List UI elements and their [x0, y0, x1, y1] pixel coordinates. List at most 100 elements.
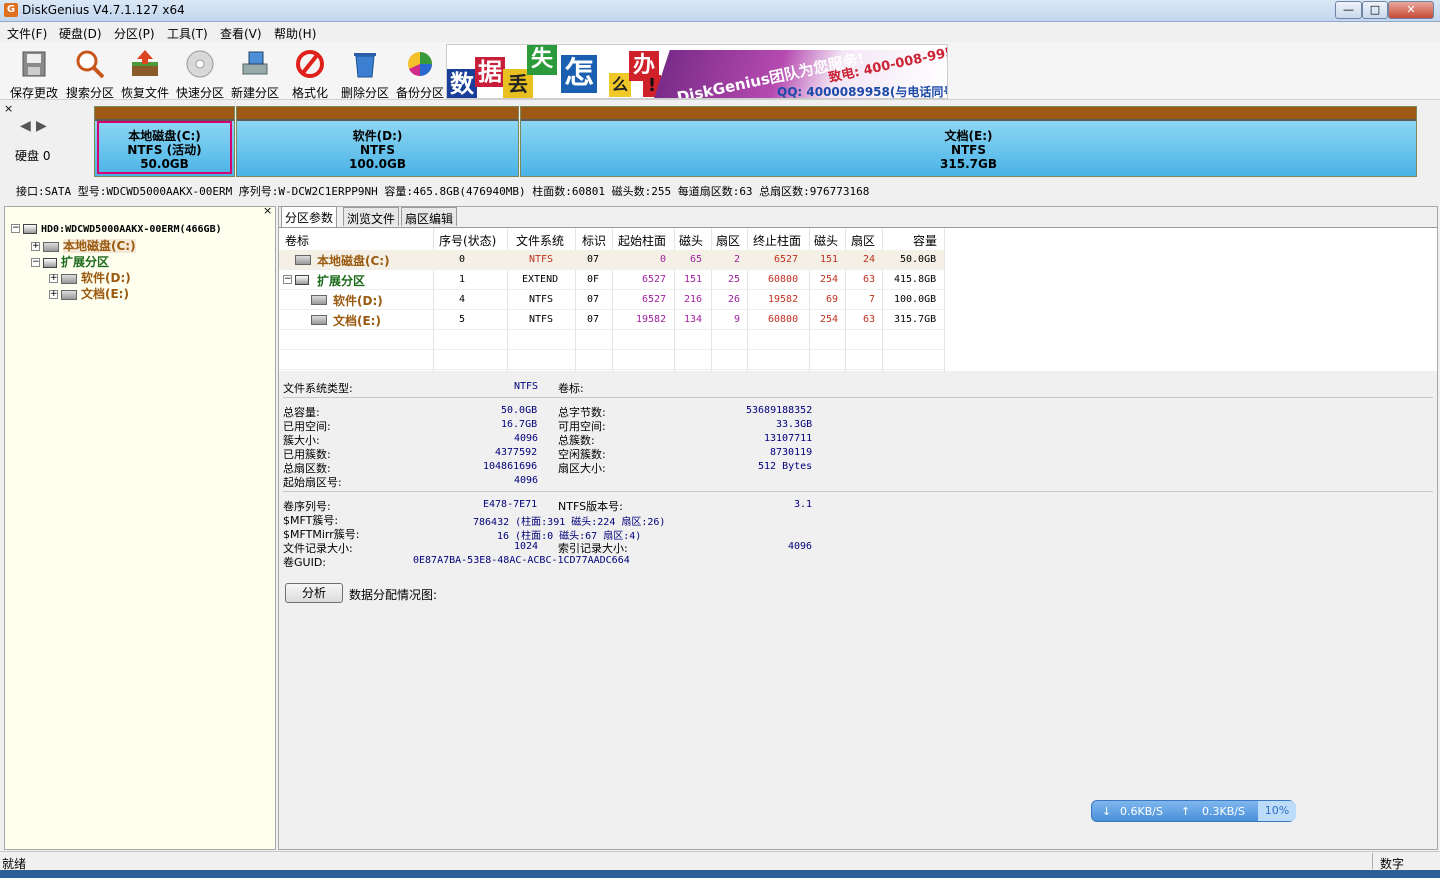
format-button[interactable]: 格式化	[282, 46, 338, 100]
upload-speed: 0.3KB/S	[1202, 805, 1245, 818]
analyze-button[interactable]: 分析	[285, 583, 343, 603]
col-header[interactable]: 磁头	[679, 232, 703, 249]
tree-node-e[interactable]: + 文档(E:)	[49, 285, 129, 302]
save-icon	[22, 51, 46, 77]
expand-icon[interactable]: +	[49, 290, 58, 299]
partition-table: 卷标 序号(状态) 文件系统 标识 起始柱面 磁头 扇区 终止柱面 磁头 扇区 …	[279, 227, 1437, 372]
col-header[interactable]: 磁头	[814, 232, 838, 249]
partition-icon	[311, 315, 327, 325]
collapse-icon[interactable]: −	[283, 275, 292, 284]
quick-partition-icon	[186, 50, 214, 78]
col-header[interactable]: 卷标	[285, 232, 309, 249]
next-disk-icon[interactable]: ▶	[36, 118, 47, 134]
col-header[interactable]: 序号(状态)	[439, 232, 496, 249]
partition-block-d[interactable]: 软件(D:) NTFS 100.0GB	[236, 106, 519, 177]
total-capacity-value: 50.0GB	[501, 405, 538, 416]
prev-disk-icon[interactable]: ◀	[20, 118, 31, 134]
quick-partition-button[interactable]: 快速分区	[172, 46, 228, 100]
mft-value: 786432 (柱面:391 磁头:224 扇区:26)	[473, 517, 666, 528]
partition-block-c[interactable]: 本地磁盘(C:) NTFS (活动) 50.0GB	[94, 106, 235, 177]
col-header[interactable]: 扇区	[851, 232, 875, 249]
partition-name: 本地磁盘(C:)	[128, 129, 201, 143]
file-record-value: 1024	[514, 541, 539, 552]
tree-node-c[interactable]: + 本地磁盘(C:)	[31, 237, 136, 254]
format-icon	[296, 50, 324, 78]
search-partition-button[interactable]: 搜索分区	[62, 46, 118, 100]
partition-block-e[interactable]: 文档(E:) NTFS 315.7GB	[520, 106, 1417, 177]
expand-icon[interactable]: +	[49, 274, 58, 283]
partition-usage-bar	[521, 107, 1416, 121]
col-header[interactable]: 标识	[582, 232, 606, 249]
disk-label: 硬盘 0	[15, 149, 51, 163]
app-icon: G	[4, 3, 18, 17]
fs-type-label: 文件系统类型:	[283, 382, 353, 395]
menu-disk[interactable]: 硬盘(D)	[59, 25, 102, 42]
collapse-icon[interactable]: −	[11, 224, 20, 233]
window-title: DiskGenius V4.7.1.127 x64	[22, 3, 185, 17]
new-partition-button[interactable]: 新建分区	[227, 46, 283, 100]
banner-char: 数	[447, 69, 477, 98]
tab-partition-params[interactable]: 分区参数	[281, 206, 338, 227]
recycle-bin-icon	[354, 53, 376, 78]
menu-file[interactable]: 文件(F)	[7, 25, 47, 42]
upload-arrow-icon: ↑	[1181, 805, 1191, 818]
sector-size-value: 512 Bytes	[758, 461, 813, 472]
delete-partition-button[interactable]: 删除分区	[337, 46, 393, 100]
backup-partition-button[interactable]: 备份分区	[392, 46, 448, 100]
net-speed-widget[interactable]: ↓ 0.6KB/S ↑ 0.3KB/S 10%	[1091, 800, 1296, 822]
table-row[interactable]: 本地磁盘(C:) 0 NTFS 07 0 65 2 6527 151 24 50…	[279, 250, 944, 270]
partition-fs: NTFS (活动)	[127, 143, 202, 157]
col-header[interactable]: 文件系统	[516, 232, 564, 249]
menu-view[interactable]: 查看(V)	[220, 25, 262, 42]
table-row[interactable]: − 扩展分区 1 EXTEND 0F 6527 151 25 60800 254…	[279, 270, 944, 290]
menu-bar: 文件(F) 硬盘(D) 分区(P) 工具(T) 查看(V) 帮助(H)	[0, 22, 1440, 42]
ad-banner[interactable]: 数 据 丢 失 怎 么 办 ! DiskGenius团队为您服务! 致电: 40…	[446, 44, 948, 99]
col-header[interactable]: 容量	[913, 232, 937, 249]
close-icon[interactable]: ×	[263, 204, 272, 217]
download-arrow-icon: ↓	[1102, 805, 1112, 818]
menu-partition[interactable]: 分区(P)	[114, 25, 155, 42]
collapse-icon[interactable]: −	[31, 258, 40, 267]
table-row[interactable]: 文档(E:) 5 NTFS 07 19582 134 9 60800 254 6…	[279, 310, 944, 330]
col-header[interactable]: 扇区	[716, 232, 740, 249]
maximize-button[interactable]: □	[1362, 1, 1388, 19]
tab-browse-files[interactable]: 浏览文件	[343, 207, 400, 226]
hard-disk-icon	[23, 223, 37, 234]
recover-files-button[interactable]: 恢复文件	[117, 46, 173, 100]
table-row[interactable]: 软件(D:) 4 NTFS 07 6527 216 26 19582 69 7 …	[279, 290, 944, 310]
minimize-button[interactable]: —	[1335, 1, 1362, 19]
save-changes-button[interactable]: 保存更改	[6, 46, 62, 100]
download-speed: 0.6KB/S	[1120, 805, 1163, 818]
menu-tools[interactable]: 工具(T)	[167, 25, 208, 42]
col-header[interactable]: 起始柱面	[618, 232, 666, 249]
tree-node-hd0[interactable]: − HD0:WDCWD5000AAKX-00ERM(466GB)	[11, 221, 222, 235]
ntfs-version-label: NTFS版本号:	[558, 500, 623, 513]
volume-guid-value: 0E87A7BA-53E8-48AC-ACBC-1CD77AADC664	[413, 555, 630, 566]
menu-help[interactable]: 帮助(H)	[274, 25, 316, 42]
extended-partition-icon	[295, 275, 309, 285]
tree-node-extended[interactable]: − 扩展分区	[31, 253, 109, 270]
table-row	[279, 330, 944, 350]
recover-icon	[132, 50, 158, 76]
tree-node-d[interactable]: + 软件(D:)	[49, 269, 131, 286]
expand-icon[interactable]: +	[31, 242, 40, 251]
col-header[interactable]: 终止柱面	[753, 232, 801, 249]
close-button[interactable]: ✕	[1388, 1, 1434, 19]
sector-size-label: 扇区大小:	[558, 462, 606, 475]
partition-usage-bar	[95, 107, 234, 121]
cluster-size-value: 4096	[514, 433, 539, 444]
serial-value: E478-7E71	[483, 499, 538, 510]
taskbar[interactable]	[0, 870, 1440, 878]
total-clusters-value: 13107711	[764, 433, 813, 444]
start-sector-value: 4096	[514, 475, 539, 486]
details-panel: 分区参数 浏览文件 扇区编辑 卷标 序号(状态) 文件系统 标识 起始柱面 磁头…	[278, 206, 1438, 850]
tab-sector-edit[interactable]: 扇区编辑	[401, 207, 458, 226]
used-space-value: 16.7GB	[501, 419, 538, 430]
close-icon[interactable]: ×	[4, 102, 13, 115]
extended-partition-icon	[43, 257, 57, 268]
partition-fs: NTFS	[359, 143, 396, 157]
disk-tree: × − HD0:WDCWD5000AAKX-00ERM(466GB) + 本地磁盘(…	[4, 204, 276, 850]
volume-guid-label: 卷GUID:	[283, 556, 326, 569]
toolbar: 保存更改 搜索分区 恢复文件 快速分区 新建分区 格式化 删除分区 备份分区 数…	[0, 42, 1440, 100]
banner-char: 据	[475, 57, 505, 87]
